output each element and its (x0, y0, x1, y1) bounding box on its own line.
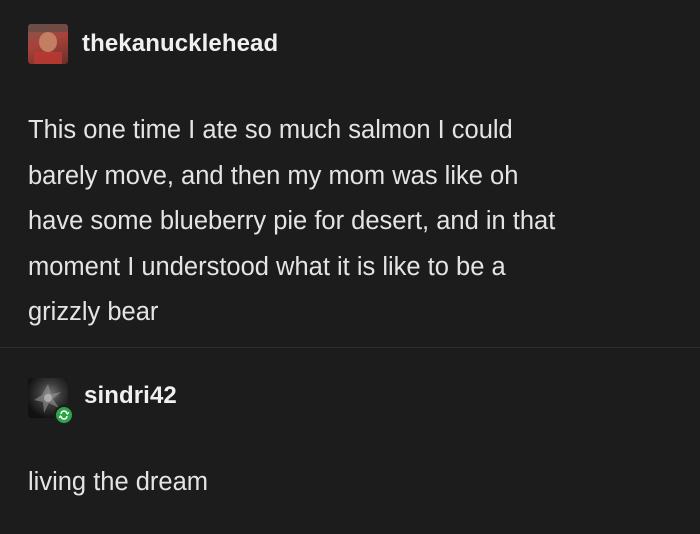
post-body-line: barely move, and then my mom was like oh (28, 161, 519, 190)
post-body-line: moment I understood what it is like to b… (28, 252, 506, 281)
post-body: This one time I ate so much salmon I cou… (28, 108, 678, 336)
post-header: sindri42 (28, 378, 177, 425)
post-body-line: This one time I ate so much salmon I cou… (28, 116, 513, 144)
post-body-line: living the dream (28, 468, 209, 496)
post-reply: sindri42 living the dream (0, 348, 700, 534)
post-body: living the dream (28, 460, 678, 506)
post-body-line: grizzly bear (28, 298, 159, 326)
avatar[interactable] (28, 24, 68, 64)
username[interactable]: thekanucklehead (82, 30, 278, 58)
avatar-image (28, 24, 68, 64)
username[interactable]: sindri42 (84, 382, 177, 410)
avatar-container[interactable] (28, 378, 74, 425)
reblog-icon (54, 405, 74, 425)
post-original: thekanucklehead This one time I ate so m… (0, 0, 700, 348)
post-header: thekanucklehead (28, 24, 278, 64)
post-body-line: have some blueberry pie for desert, and … (28, 207, 556, 235)
reblog-icon-glyph (58, 410, 70, 420)
